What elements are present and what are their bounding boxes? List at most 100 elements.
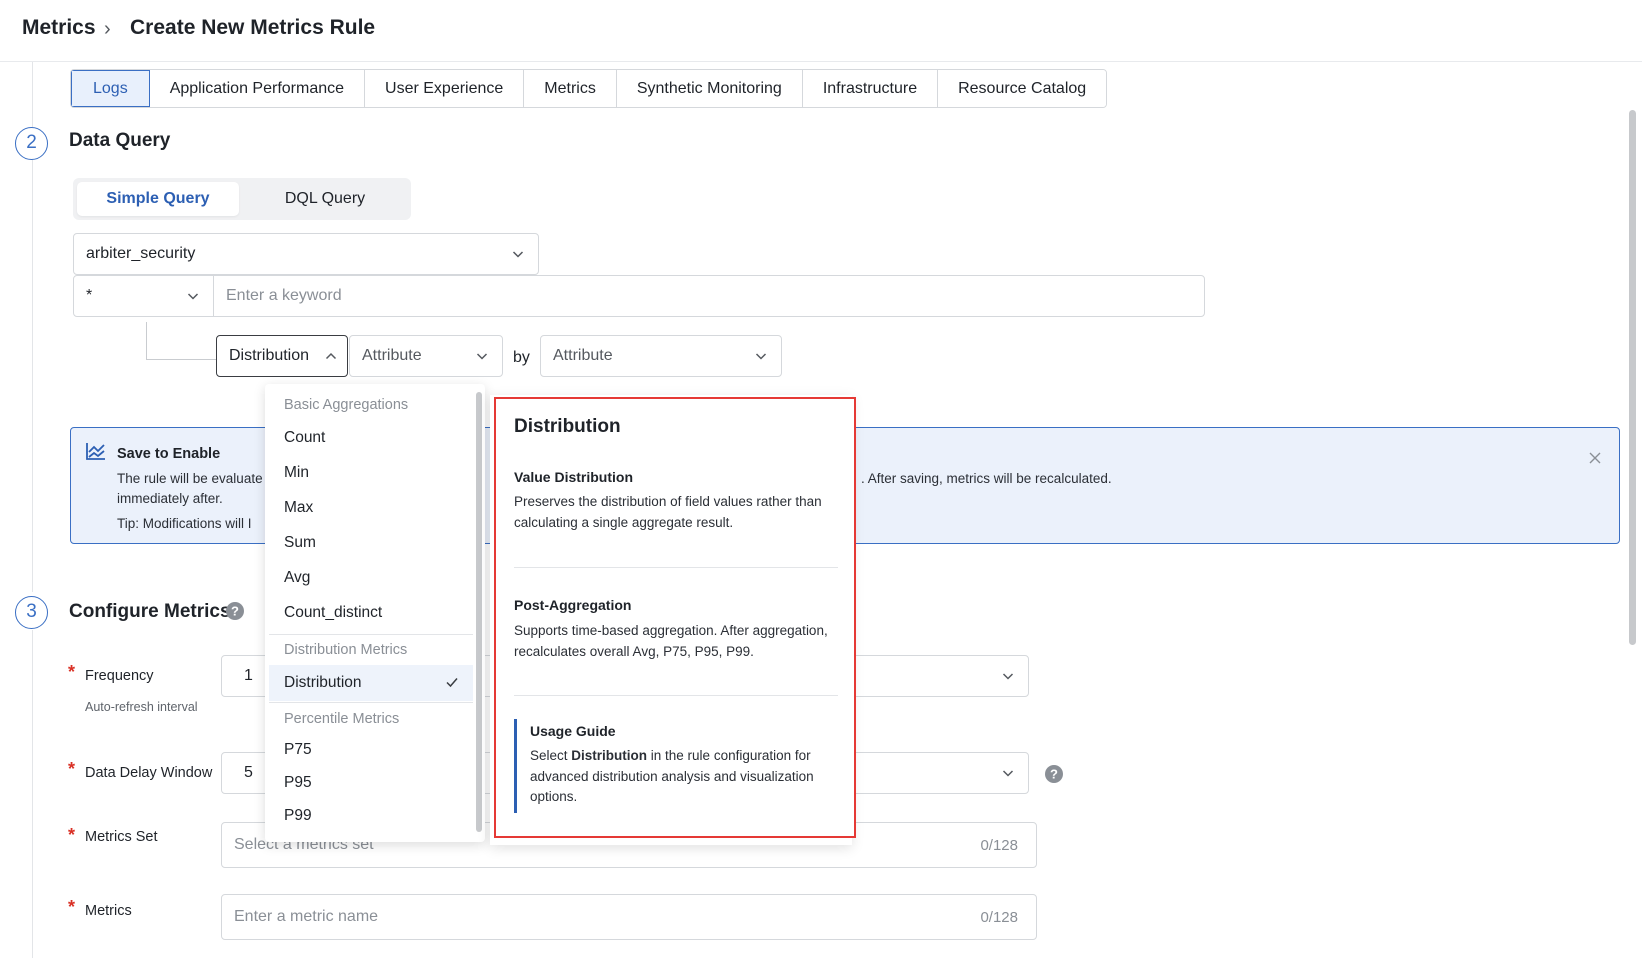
help-icon[interactable]: ? bbox=[1044, 764, 1064, 784]
tree-connector bbox=[146, 359, 218, 360]
metrics-label: Metrics bbox=[85, 903, 132, 919]
menu-item-count[interactable]: Count bbox=[265, 421, 473, 455]
info-panel-subtitle: Value Distribution bbox=[514, 469, 634, 485]
chevron-down-icon bbox=[1002, 673, 1014, 680]
aggregation-attribute-select[interactable]: Attribute bbox=[349, 335, 503, 377]
tab-user-experience[interactable]: User Experience bbox=[365, 70, 525, 107]
banner-text: immediately after. bbox=[117, 491, 223, 506]
usage-guide-keyword: Distribution bbox=[571, 748, 648, 763]
metrics-set-counter: 0/128 bbox=[980, 837, 1018, 854]
aggregation-attribute-value: Attribute bbox=[362, 347, 422, 364]
menu-item-distribution[interactable]: Distribution bbox=[269, 665, 473, 701]
page-scrollbar[interactable] bbox=[1629, 110, 1636, 645]
info-panel-divider bbox=[514, 695, 838, 696]
menu-item-p75[interactable]: P75 bbox=[265, 733, 473, 767]
banner-tip: Tip: Modifications will I bbox=[117, 516, 252, 531]
section-title-data-query: Data Query bbox=[69, 130, 171, 151]
tree-connector bbox=[146, 322, 147, 359]
frequency-value: 1 bbox=[244, 667, 253, 684]
required-marker: * bbox=[68, 759, 76, 779]
help-icon[interactable]: ? bbox=[225, 601, 245, 621]
required-marker: * bbox=[68, 897, 76, 917]
tab-metrics[interactable]: Metrics bbox=[524, 70, 617, 107]
chevron-right-icon: › bbox=[104, 18, 111, 40]
step-number: 3 bbox=[15, 596, 48, 629]
check-icon bbox=[446, 678, 458, 688]
step-number: 2 bbox=[15, 127, 48, 160]
menu-item-sum[interactable]: Sum bbox=[265, 526, 473, 560]
menu-item-label: Distribution bbox=[284, 674, 362, 691]
chart-trend-icon bbox=[86, 443, 105, 460]
close-icon[interactable] bbox=[1588, 451, 1602, 465]
tab-synthetic-monitoring[interactable]: Synthetic Monitoring bbox=[616, 70, 803, 107]
keyword-input-placeholder: Enter a keyword bbox=[226, 287, 342, 304]
aggregation-function-value: Distribution bbox=[229, 347, 310, 364]
menu-item-max[interactable]: Max bbox=[265, 491, 473, 525]
chevron-down-icon bbox=[476, 353, 488, 360]
svg-text:?: ? bbox=[1050, 767, 1058, 782]
banner-title: Save to Enable bbox=[117, 446, 221, 462]
metric-name-input[interactable]: Enter a metric name 0/128 bbox=[221, 894, 1037, 940]
info-panel-title: Distribution bbox=[514, 416, 621, 437]
menu-group-label: Basic Aggregations bbox=[284, 397, 409, 413]
simple-query-button[interactable]: Simple Query bbox=[77, 182, 239, 216]
info-panel-divider bbox=[514, 567, 838, 568]
info-panel-text: Supports time-based aggregation. After a… bbox=[514, 623, 828, 659]
chevron-down-icon bbox=[1002, 770, 1014, 777]
group-by-value: Attribute bbox=[553, 347, 613, 364]
menu-divider bbox=[269, 634, 473, 635]
menu-divider bbox=[269, 702, 473, 703]
tab-application-performance[interactable]: Application Performance bbox=[149, 70, 366, 107]
metrics-set-label: Metrics Set bbox=[85, 829, 158, 845]
data-delay-value: 5 bbox=[244, 764, 253, 781]
usage-guide-text: Select Distribution in the rule configur… bbox=[530, 746, 840, 808]
tab-logs[interactable]: Logs bbox=[71, 70, 150, 107]
metric-name-counter: 0/128 bbox=[980, 909, 1018, 926]
menu-item-p95[interactable]: P95 bbox=[265, 766, 473, 800]
step-connector bbox=[32, 630, 33, 958]
tab-resource-catalog[interactable]: Resource Catalog bbox=[938, 70, 1107, 107]
usage-guide-text-part: Select bbox=[530, 748, 572, 763]
filter-field-select[interactable]: * bbox=[73, 275, 214, 317]
filter-field-value: * bbox=[86, 287, 93, 304]
frequency-help: Auto-refresh interval bbox=[85, 700, 198, 714]
index-select-value: arbiter_security bbox=[86, 245, 196, 262]
keyword-input[interactable]: Enter a keyword bbox=[213, 275, 1205, 317]
required-marker: * bbox=[68, 825, 76, 845]
dql-query-button[interactable]: DQL Query bbox=[243, 182, 407, 216]
usage-guide-accent-bar bbox=[514, 719, 517, 813]
svg-text:?: ? bbox=[231, 604, 239, 619]
menu-group-label: Percentile Metrics bbox=[284, 711, 400, 727]
banner-text: The rule will be evaluate bbox=[117, 471, 263, 486]
index-select[interactable]: arbiter_security bbox=[73, 233, 539, 275]
menu-scrollbar[interactable] bbox=[476, 392, 482, 832]
menu-item-avg[interactable]: Avg bbox=[265, 561, 473, 595]
data-delay-label: Data Delay Window bbox=[85, 765, 213, 781]
menu-item-p99[interactable]: P99 bbox=[265, 799, 473, 833]
tab-infrastructure[interactable]: Infrastructure bbox=[802, 70, 939, 107]
chevron-down-icon bbox=[187, 293, 199, 300]
source-tabs: Logs Application Performance User Experi… bbox=[70, 69, 1108, 108]
chevron-up-icon bbox=[325, 352, 337, 360]
aggregation-dropdown-menu: Basic Aggregations Count Min Max Sum Avg… bbox=[265, 384, 485, 842]
menu-item-min[interactable]: Min bbox=[265, 456, 473, 490]
group-by-select[interactable]: Attribute bbox=[540, 335, 782, 377]
page-title: Create New Metrics Rule bbox=[130, 16, 376, 39]
by-label: by bbox=[513, 349, 530, 366]
menu-item-count-distinct[interactable]: Count_distinct bbox=[265, 596, 473, 630]
chevron-down-icon bbox=[755, 353, 767, 360]
frequency-label: Frequency bbox=[85, 668, 154, 684]
distribution-info-panel: Distribution Value Distribution Preserve… bbox=[494, 397, 856, 838]
banner-text: . After saving, metrics will be recalcul… bbox=[861, 471, 1112, 486]
menu-group-label: Distribution Metrics bbox=[284, 642, 408, 658]
info-panel-subtitle: Post-Aggregation bbox=[514, 597, 632, 613]
metric-name-placeholder: Enter a metric name bbox=[234, 908, 379, 925]
breadcrumb-root[interactable]: Metrics bbox=[22, 16, 96, 40]
query-mode-switch: Simple Query DQL Query bbox=[73, 178, 411, 220]
page-header: Metrics › Create New Metrics Rule bbox=[0, 0, 1642, 62]
usage-guide-title: Usage Guide bbox=[530, 723, 616, 739]
section-title-configure-metrics: Configure Metrics bbox=[69, 601, 231, 622]
aggregation-function-select[interactable]: Distribution bbox=[216, 335, 348, 377]
chevron-down-icon bbox=[512, 251, 524, 258]
info-panel-text: Preserves the distribution of field valu… bbox=[514, 494, 822, 530]
